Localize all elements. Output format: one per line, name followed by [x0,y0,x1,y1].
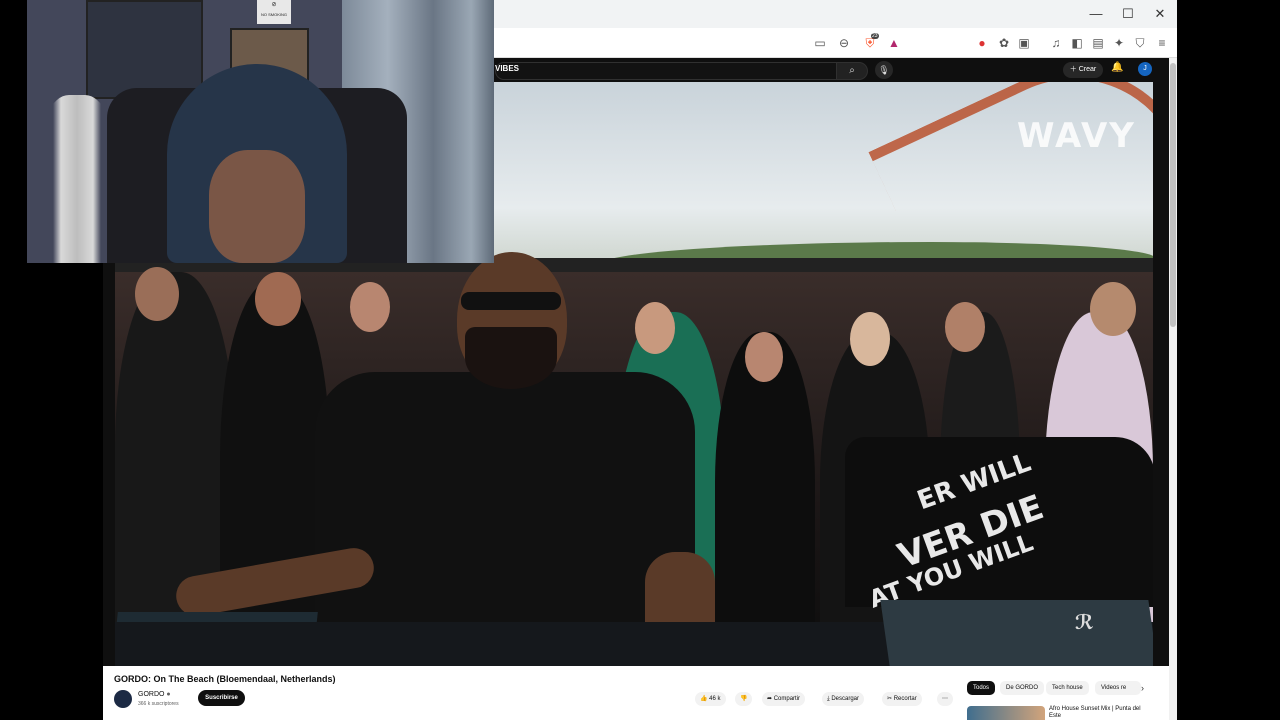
crowd-head [135,267,179,321]
page-scrollbar[interactable] [1169,58,1177,720]
music-icon[interactable]: ♫ [1047,34,1065,52]
shirt: ER WILL VER DIE AT YOU WILL [845,437,1153,614]
subscribe-button[interactable]: Suscribirse [198,690,245,706]
cast-icon[interactable]: ▭ [811,34,829,52]
share-button[interactable]: ➦ Compartir [762,692,806,706]
more-actions-button[interactable]: ⋯ [937,692,953,706]
account-avatar[interactable]: J [1138,62,1152,76]
recommendation-thumbnail[interactable] [967,706,1045,720]
wallet-icon[interactable]: ▤ [1089,34,1107,52]
dislike-button[interactable]: 👎 [735,692,753,706]
video-watermark: WAVY [1017,116,1136,156]
crowd-head [745,332,783,382]
no-smoking-sign: ⊘ NO SMOKING [257,0,291,24]
channel-fragment-text: VIBES [495,64,520,73]
download-icon: ⤓ [827,696,830,702]
search-input[interactable] [495,62,837,80]
crowd-head [350,282,390,332]
microphone-icon[interactable]: 🎙 [875,61,893,79]
notifications-bell-icon[interactable]: 🔔 [1111,62,1123,73]
video-title: GORDO: On The Beach (Bloemendaal, Nether… [114,674,336,684]
thumbs-down-icon: 👎 [740,696,748,702]
verified-icon: ● [166,691,171,698]
crowd-head [635,302,675,354]
thumbs-up-icon: 👍 [700,696,708,702]
share-icon: ➦ [767,696,773,702]
maximize-button[interactable]: ☐ [1113,3,1143,25]
skeleton-decoration [37,95,117,263]
laptop-logo-icon: ℛ [1075,610,1094,634]
extension-record-icon[interactable]: ● [973,34,991,52]
wall-frame-figure [86,0,203,99]
chevron-right-icon[interactable]: › [1141,683,1144,693]
like-count: 46 k [709,696,721,702]
crowd-head [945,302,985,352]
webcam-overlay: ⊘ NO SMOKING [27,0,494,263]
streamer-face [209,150,305,263]
crowd-head [1090,282,1136,336]
zoom-icon[interactable]: ⊖ [835,34,853,52]
dj-sunglasses [461,292,561,310]
like-button[interactable]: 👍 46 k [695,692,726,706]
vpn-icon[interactable]: ⛉ [1131,34,1149,52]
minimize-button[interactable]: — [1081,3,1111,25]
extensions-icon[interactable]: ✿ [995,34,1013,52]
channel-avatar[interactable] [114,690,132,708]
search-icon[interactable]: ⌕ [836,62,868,80]
crowd-head [255,272,301,326]
download-button[interactable]: ⤓ Descargar [822,692,865,706]
leo-ai-icon[interactable]: ✦ [1110,34,1128,52]
chip-videos[interactable]: Videos re [1095,681,1141,695]
rewards-icon[interactable]: ▲ [885,34,903,52]
chip-de-gordo[interactable]: De GORDO [1000,681,1045,695]
recommendation-title[interactable]: Afro House Sunset Mix | Punta del Este [1049,706,1154,720]
crowd-person [715,332,815,666]
subscriber-count: 366 k suscriptores [138,701,179,707]
chip-all[interactable]: Todos [967,681,996,695]
menu-icon[interactable]: ≡ [1153,34,1171,52]
dj-beard [465,327,557,389]
chip-tech-house[interactable]: Tech house [1046,681,1089,695]
scissors-icon: ✂ [887,696,893,702]
crowd-head [850,312,890,366]
sidebar-icon[interactable]: ◧ [1068,34,1086,52]
video-info: GORDO: On The Beach (Bloemendaal, Nether… [103,666,1169,720]
clip-button[interactable]: ✂ Recortar [882,692,922,706]
scrollbar-thumb[interactable] [1170,63,1176,327]
create-label: Crear [1078,66,1097,73]
laptop-right [880,600,1153,666]
channel-name[interactable]: GORDO ● [138,691,171,698]
close-button[interactable]: ✕ [1145,3,1175,25]
screenshot-icon[interactable]: ▣ [1015,34,1033,52]
create-button[interactable]: ＋ Crear [1063,62,1103,78]
shield-badge: 23 [871,33,879,39]
